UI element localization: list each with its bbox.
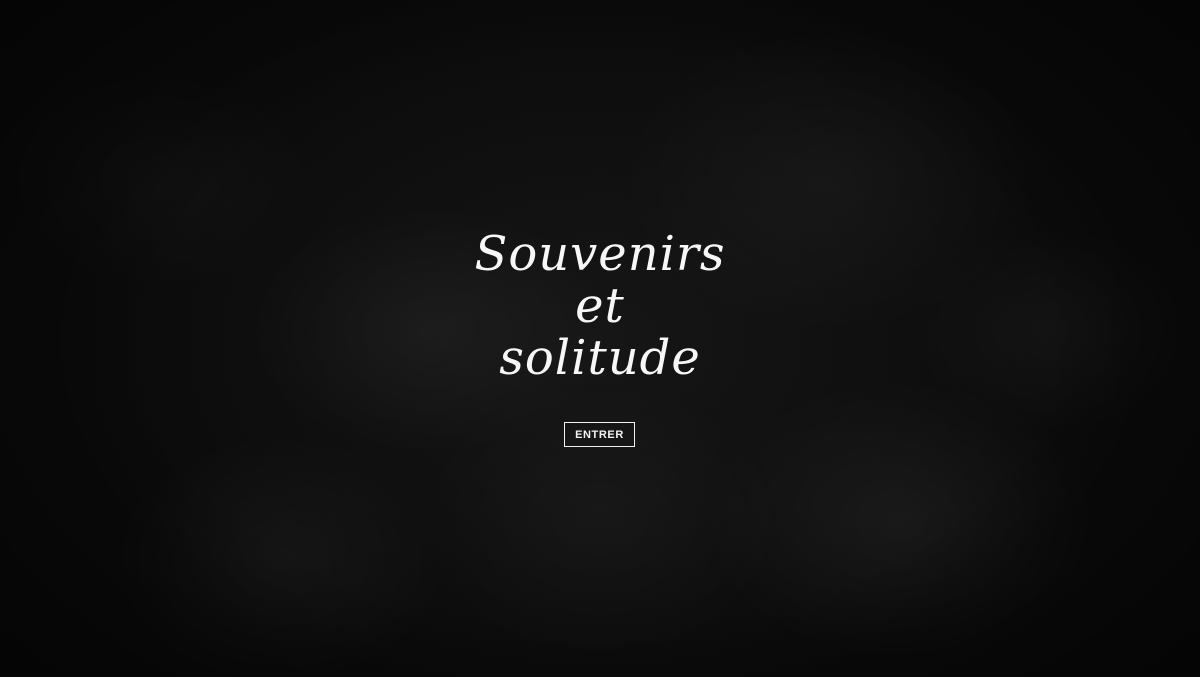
- title-line-1: Souvenirs: [474, 226, 726, 282]
- title-line-3: solitude: [499, 330, 701, 386]
- splash-screen: Souvenirs et solitude ENTRER: [0, 0, 1200, 677]
- site-title: Souvenirs et solitude: [0, 228, 1200, 384]
- enter-button[interactable]: ENTRER: [564, 422, 635, 447]
- title-line-2: et: [575, 278, 625, 334]
